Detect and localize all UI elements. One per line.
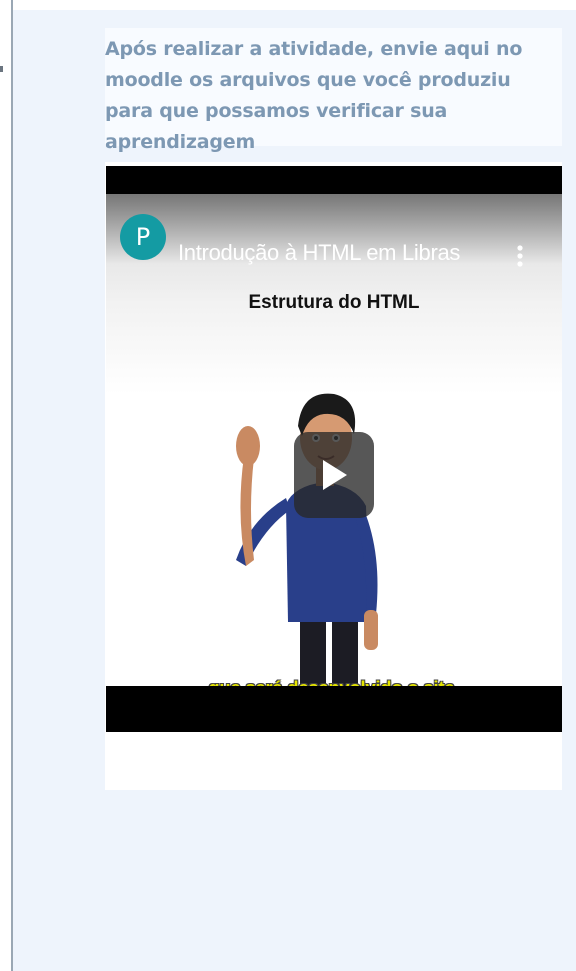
page: Após realizar a atividade, envie aqui no… <box>0 0 576 971</box>
presenter-left-leg <box>300 614 326 686</box>
left-marker <box>0 66 3 72</box>
instruction-text: Após realizar a atividade, envie aqui no… <box>105 38 523 153</box>
presenter-right-hand <box>364 610 378 650</box>
video-player[interactable]: Estrutura do HTML P Introdução à HTML em… <box>106 166 562 732</box>
slide-heading: Estrutura do HTML <box>248 292 420 313</box>
play-icon <box>323 460 347 490</box>
presenter-right-leg <box>332 614 358 686</box>
video-caption: que será desenvolvido o site. <box>106 678 562 686</box>
video-title[interactable]: Introdução à HTML em Libras <box>178 240 460 266</box>
channel-avatar[interactable]: P <box>120 214 166 260</box>
kebab-menu-icon[interactable] <box>508 242 532 270</box>
channel-initial: P <box>135 223 151 251</box>
presenter-raised-hand <box>236 426 260 466</box>
play-button[interactable] <box>294 432 374 518</box>
video-stage[interactable]: Estrutura do HTML P Introdução à HTML em… <box>106 194 562 686</box>
